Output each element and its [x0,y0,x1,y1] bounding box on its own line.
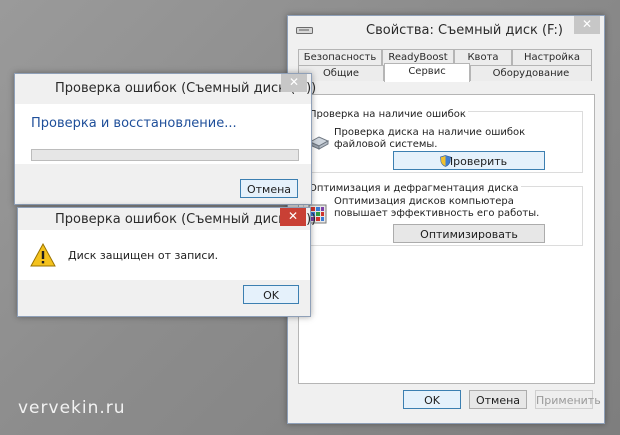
check-cancel-button[interactable]: Отмена [240,179,298,198]
check-heading: Проверка и восстановление... [31,116,237,131]
error-close-button[interactable]: ✕ [280,208,306,226]
close-icon: ✕ [288,75,300,89]
error-message: Диск защищен от записи. [68,249,219,262]
tab-row-front: Общие Сервис Оборудование [298,63,592,82]
tab-customize[interactable]: Настройка [512,49,592,65]
warning-icon [30,243,56,267]
check-progress-bar [31,149,299,161]
check-close-button[interactable]: ✕ [281,74,307,92]
optimize-description: Оптимизация дисков компьютера повышает э… [334,196,540,219]
apply-button[interactable]: Применить [535,390,601,409]
check-content: Проверка и восстановление... [15,104,311,164]
check-progress-window: Проверка ошибок (Съемный диск (F:)) ✕ Пр… [14,73,316,205]
close-icon: ✕ [287,209,299,223]
properties-titlebar[interactable]: Свойства: Съемный диск (F:) ✕ [288,16,604,46]
error-check-title: Проверка на наличие ошибок [307,109,468,120]
error-ok-button[interactable]: OK [243,285,299,304]
optimize-group: Оптимизация и дефрагментация диска Оптим… [303,183,583,246]
error-content: Диск защищен от записи. [18,230,310,280]
tab-tools[interactable]: Сервис [384,63,470,82]
cancel-button[interactable]: Отмена [469,390,527,409]
error-title: Проверка ошибок (Съемный диск (F:)) [55,212,317,227]
optimize-title: Оптимизация и дефрагментация диска [307,183,521,194]
tools-panel: Проверка на наличие ошибок Проверка диск… [298,94,595,384]
error-titlebar[interactable]: Проверка ошибок (Съемный диск (F:)) ✕ [18,208,316,230]
check-button[interactable]: Проверить [393,151,545,170]
close-button[interactable]: ✕ [574,16,600,34]
close-icon: ✕ [581,17,593,31]
error-message-window: Проверка ошибок (Съемный диск (F:)) ✕ Ди… [17,207,316,317]
tab-security[interactable]: Безопасность [298,49,382,65]
check-titlebar[interactable]: Проверка ошибок (Съемный диск (F:)) ✕ [15,74,316,104]
ok-button[interactable]: OK [403,390,461,409]
drive-icon [296,27,313,34]
tab-hardware[interactable]: Оборудование [470,65,592,81]
watermark: vervekin.ru [18,398,126,418]
shield-icon [440,155,451,167]
error-check-description: Проверка диска на наличие ошибок файлово… [334,127,526,150]
error-check-group: Проверка на наличие ошибок Проверка диск… [303,109,583,173]
properties-title: Свойства: Съемный диск (F:) [366,23,563,38]
properties-window: Свойства: Съемный диск (F:) ✕ Безопаснос… [287,15,605,424]
check-title: Проверка ошибок (Съемный диск (F:)) [55,81,317,96]
optimize-button[interactable]: Оптимизировать [393,224,545,243]
